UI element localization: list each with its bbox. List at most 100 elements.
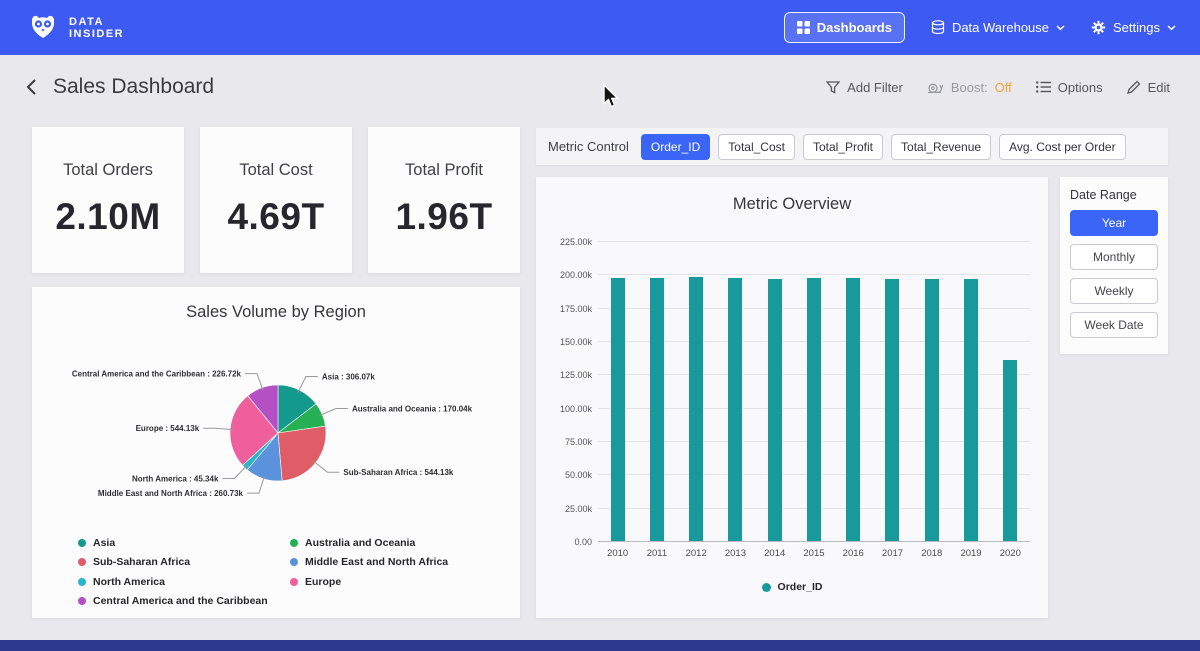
pie-callout-line xyxy=(222,466,247,479)
pie-callout-label: Europe : 544.13k xyxy=(136,424,200,433)
bar-2014[interactable] xyxy=(768,279,782,542)
bar-2016[interactable] xyxy=(846,278,860,541)
back-button[interactable] xyxy=(26,78,37,96)
metric-button-total-cost[interactable]: Total_Cost xyxy=(718,134,795,160)
navbar-actions: Dashboards Data Warehouse xyxy=(784,12,1176,43)
add-filter-button[interactable]: Add Filter xyxy=(826,80,903,95)
legend-dot xyxy=(78,578,86,586)
bar-2017[interactable] xyxy=(885,279,899,541)
pie-chart-title: Sales Volume by Region xyxy=(32,287,520,322)
bar-slot: 2016 xyxy=(834,241,873,541)
legend-label: Australia and Oceania xyxy=(305,537,415,549)
kpi-label: Total Cost xyxy=(239,161,312,180)
metric-button-order-id[interactable]: Order_ID xyxy=(641,134,710,160)
data-warehouse-menu[interactable]: Data Warehouse xyxy=(931,20,1065,35)
legend-label: Middle East and North Africa xyxy=(305,556,448,568)
date-range-panel: Date Range Year Monthly Weekly Week Date xyxy=(1060,177,1168,354)
bar-2018[interactable] xyxy=(925,279,939,541)
y-tick-label: 0.00 xyxy=(538,537,592,547)
date-range-year-button[interactable]: Year xyxy=(1070,210,1158,236)
pie-callout-line xyxy=(203,428,233,429)
bar-legend[interactable]: Order_ID xyxy=(536,581,1048,593)
pie-callout-label: Sub-Saharan Africa : 544.13k xyxy=(343,468,454,477)
x-tick-label: 2020 xyxy=(971,548,1050,559)
bar-2011[interactable] xyxy=(650,278,664,541)
pie-slice[interactable] xyxy=(278,426,326,481)
pie-legend-item[interactable]: Europe xyxy=(290,572,448,592)
legend-dot xyxy=(78,597,86,605)
pie-callout-line xyxy=(298,377,318,393)
bar-slot: 2020 xyxy=(991,241,1030,541)
filter-funnel-icon xyxy=(826,81,840,94)
kpi-card-total-profit: Total Profit 1.96T xyxy=(368,127,520,273)
pencil-icon xyxy=(1127,80,1141,94)
bar-slot: 2015 xyxy=(794,241,833,541)
settings-menu[interactable]: Settings xyxy=(1091,20,1176,35)
logo-line1: DATA xyxy=(69,16,124,28)
legend-dot xyxy=(762,583,771,592)
y-tick-label: 125.00k xyxy=(538,370,592,380)
pie-callout-line xyxy=(320,409,349,416)
bar-2019[interactable] xyxy=(964,279,978,541)
pie-callout-line xyxy=(313,461,339,472)
database-icon xyxy=(931,20,945,35)
y-tick-label: 225.00k xyxy=(538,237,592,247)
logo[interactable]: DATA INSIDER xyxy=(26,11,124,45)
date-range-monthly-button[interactable]: Monthly xyxy=(1070,244,1158,270)
bar-slot: 2019 xyxy=(951,241,990,541)
pie-legend-item[interactable]: Asia xyxy=(78,533,290,553)
bar-plot-area: 2010201120122013201420152016201720182019… xyxy=(598,241,1030,541)
logo-line2: INSIDER xyxy=(69,28,124,40)
chevron-down-icon xyxy=(1167,25,1176,31)
date-range-weekly-button[interactable]: Weekly xyxy=(1070,278,1158,304)
kpi-value: 1.96T xyxy=(395,196,492,238)
kpi-card-total-cost: Total Cost 4.69T xyxy=(200,127,352,273)
sales-volume-by-region-card: Sales Volume by Region Asia : 306.07k Aus… xyxy=(32,287,520,618)
metric-button-avg-cost-per-order[interactable]: Avg. Cost per Order xyxy=(999,134,1126,160)
metric-button-total-profit[interactable]: Total_Profit xyxy=(803,134,883,160)
bar-2015[interactable] xyxy=(807,278,821,541)
pie-legend-item[interactable]: Middle East and North Africa xyxy=(290,553,448,573)
pie-legend-item[interactable]: Australia and Oceania xyxy=(290,533,448,553)
kpi-card-total-orders: Total Orders 2.10M xyxy=(32,127,184,273)
bar-chart-title: Metric Overview xyxy=(536,177,1048,214)
metric-button-total-revenue[interactable]: Total_Revenue xyxy=(891,134,991,160)
options-label: Options xyxy=(1058,80,1103,95)
options-button[interactable]: Options xyxy=(1036,80,1103,95)
legend-label: Asia xyxy=(93,537,115,549)
pie-callout-label: Asia : 306.07k xyxy=(322,373,375,382)
bar-2020[interactable] xyxy=(1003,360,1017,541)
bar-2013[interactable] xyxy=(728,278,742,541)
pie-legend-item[interactable]: Sub-Saharan Africa xyxy=(78,553,290,573)
dashboards-button[interactable]: Dashboards xyxy=(784,12,905,43)
bar-2010[interactable] xyxy=(611,278,625,541)
bar-2012[interactable] xyxy=(689,277,703,541)
date-range-label: Date Range xyxy=(1070,188,1158,202)
pie-callout-label: North America : 45.34k xyxy=(132,475,219,484)
add-filter-label: Add Filter xyxy=(847,80,903,95)
y-tick-label: 75.00k xyxy=(538,437,592,447)
pie-legend-item[interactable]: North America xyxy=(78,572,290,592)
header-actions: Add Filter Boost: Off xyxy=(826,80,1170,95)
bar-slot: 2018 xyxy=(912,241,951,541)
bar-slot: 2010 xyxy=(598,241,637,541)
pie-legend-item[interactable]: Central America and the Caribbean xyxy=(78,592,290,612)
bar-slot: 2017 xyxy=(873,241,912,541)
boost-toggle[interactable]: Boost: Off xyxy=(927,80,1012,95)
bar-slot: 2013 xyxy=(716,241,755,541)
date-range-week-date-button[interactable]: Week Date xyxy=(1070,312,1158,338)
y-tick-label: 150.00k xyxy=(538,337,592,347)
bar-slot: 2011 xyxy=(637,241,676,541)
logo-text: DATA INSIDER xyxy=(69,16,124,40)
bar-slot: 2012 xyxy=(677,241,716,541)
y-axis-ticks: 225.00k200.00k175.00k150.00k125.00k100.0… xyxy=(538,241,592,541)
list-icon xyxy=(1036,81,1051,93)
edit-button[interactable]: Edit xyxy=(1127,80,1170,95)
dashboards-label: Dashboards xyxy=(817,20,892,35)
y-tick-label: 100.00k xyxy=(538,404,592,414)
kpi-value: 4.69T xyxy=(227,196,324,238)
legend-label: Europe xyxy=(305,576,341,588)
metric-overview-card: Metric Overview 225.00k200.00k175.00k150… xyxy=(536,177,1048,618)
boost-label: Boost: xyxy=(951,80,988,95)
legend-dot xyxy=(290,558,298,566)
